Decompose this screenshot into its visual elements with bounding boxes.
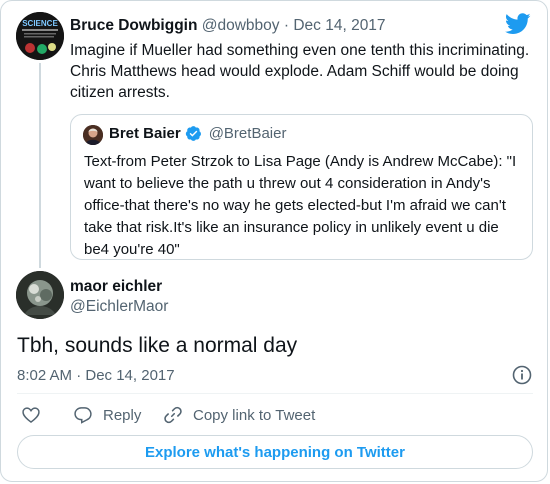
divider: [17, 393, 533, 394]
reply-icon: [74, 407, 92, 424]
main-avatar[interactable]: [16, 271, 64, 319]
quoted-tweet-text: Text-from Peter Strzok to Lisa Page (And…: [84, 153, 517, 258]
quoted-handle: @BretBaier: [208, 125, 287, 142]
quoted-header: Bret Baier @BretBaier: [109, 125, 286, 142]
copy-link-label: Copy link to Tweet: [193, 406, 316, 424]
parent-handle[interactable]: @dowbboy: [202, 17, 280, 34]
reply-button[interactable]: Reply: [73, 405, 141, 425]
explore-twitter-button[interactable]: Explore what's happening on Twitter: [17, 435, 533, 469]
quoted-avatar: [83, 125, 103, 145]
copy-link-icon: [164, 406, 182, 424]
quoted-display-name: Bret Baier: [109, 125, 181, 142]
copy-link-button[interactable]: Copy link to Tweet: [163, 405, 315, 425]
parent-avatar[interactable]: SCIENCE: [16, 12, 64, 60]
main-tweet-text: Tbh, sounds like a normal day: [17, 334, 298, 357]
parent-date[interactable]: Dec 14, 2017: [293, 17, 385, 34]
tweet-embed-card: SCIENCE Bruce Dowbiggin @dowbboy · Dec 1…: [0, 0, 548, 482]
parent-display-name[interactable]: Bruce Dowbiggin: [70, 17, 197, 34]
parent-tweet-text: Imagine if Mueller had something even on…: [70, 42, 530, 101]
reply-label: Reply: [103, 406, 142, 424]
twitter-bird-icon[interactable]: [504, 13, 531, 35]
main-handle[interactable]: @EichlerMaor: [70, 298, 168, 316]
main-display-name[interactable]: maor eichler: [70, 278, 162, 296]
parent-avatar-text: SCIENCE: [22, 19, 58, 28]
like-button[interactable]: [21, 405, 51, 425]
info-icon[interactable]: [511, 364, 533, 386]
main-timestamp[interactable]: 8:02 AM · Dec 14, 2017: [17, 367, 175, 384]
thread-connector-line: [39, 63, 41, 268]
verified-badge-icon: [185, 126, 201, 141]
quoted-tweet[interactable]: Bret Baier @BretBaier Text-from Peter St…: [70, 114, 533, 260]
parent-separator: ·: [283, 17, 290, 34]
heart-icon: [22, 407, 40, 424]
parent-header: Bruce Dowbiggin @dowbboy · Dec 14, 2017: [70, 17, 386, 35]
